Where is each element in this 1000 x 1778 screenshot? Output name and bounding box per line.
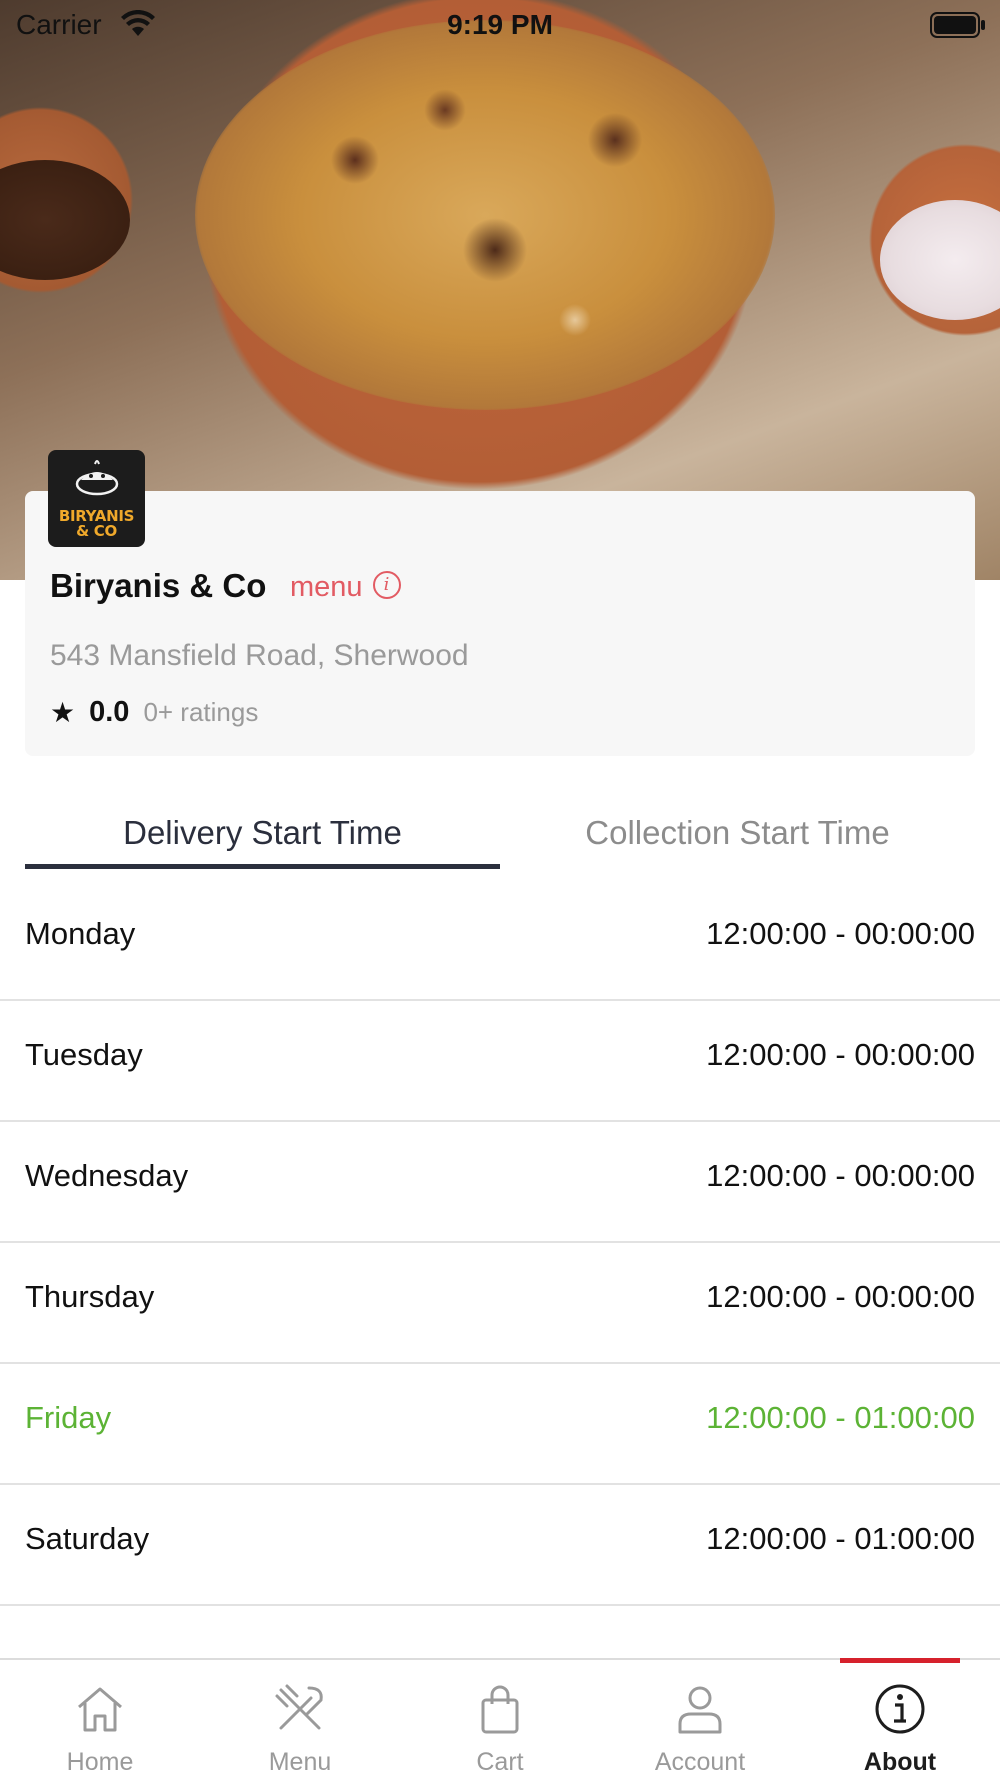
menu-link[interactable]: menu i	[290, 570, 401, 604]
home-icon	[78, 1687, 122, 1732]
hours-row-tuesday: Tuesday 12:00:00 - 00:00:00	[0, 1001, 1000, 1122]
nav-home-label: Home	[66, 1748, 134, 1776]
day-label: Monday	[25, 915, 136, 951]
time-range: 12:00:00 - 01:00:00	[706, 1520, 975, 1556]
logo-emblem-icon	[75, 460, 118, 496]
nav-account-label: Account	[654, 1748, 746, 1776]
restaurant-name: Biryanis & Co	[50, 567, 267, 604]
biryani-image	[195, 20, 775, 410]
tab-collection-start-time[interactable]: Collection Start Time	[500, 800, 975, 870]
tab-delivery-start-time[interactable]: Delivery Start Time	[25, 800, 500, 870]
star-icon: ★	[50, 697, 76, 728]
day-label: Wednesday	[25, 1157, 189, 1193]
status-bar: Carrier 9:19 PM	[0, 0, 1000, 50]
clock-label: 9:19 PM	[447, 9, 553, 40]
hours-row-saturday: Saturday 12:00:00 - 01:00:00	[0, 1485, 1000, 1606]
nav-menu-label: Menu	[268, 1748, 332, 1776]
info-icon	[875, 1684, 925, 1734]
restaurant-address: 543 Mansfield Road, Sherwood	[50, 639, 469, 672]
rating-row: ★ 0.0 0+ ratings	[50, 696, 258, 729]
nav-about[interactable]: About	[800, 1660, 1000, 1778]
nav-cart[interactable]: Cart	[400, 1660, 600, 1778]
nav-about-label: About	[863, 1748, 937, 1776]
time-range: 12:00:00 - 00:00:00	[706, 1278, 975, 1314]
fork-knife-icon	[275, 1684, 323, 1730]
restaurant-logo: BIRYANIS & CO	[48, 450, 145, 547]
user-icon	[678, 1686, 722, 1734]
shopping-bag-icon	[481, 1685, 519, 1734]
opening-hours-list: Monday 12:00:00 - 00:00:00 Tuesday 12:00…	[0, 880, 1000, 1606]
hours-tabs: Delivery Start Time Collection Start Tim…	[25, 800, 975, 870]
day-label: Thursday	[25, 1278, 155, 1314]
battery-icon	[930, 12, 985, 38]
hours-row-friday: Friday 12:00:00 - 01:00:00	[0, 1364, 1000, 1485]
menu-link-label: menu	[290, 571, 363, 603]
time-range: 12:00:00 - 01:00:00	[706, 1399, 975, 1435]
nav-cart-label: Cart	[476, 1748, 524, 1776]
nav-account[interactable]: Account	[600, 1660, 800, 1778]
time-range: 12:00:00 - 00:00:00	[706, 1036, 975, 1072]
nav-active-indicator	[840, 1658, 960, 1663]
bottom-navigation: Home Menu Cart Account About	[0, 1658, 1000, 1778]
logo-text-line2: & CO	[76, 522, 117, 540]
hours-row-thursday: Thursday 12:00:00 - 00:00:00	[0, 1243, 1000, 1364]
hours-row-wednesday: Wednesday 12:00:00 - 00:00:00	[0, 1122, 1000, 1243]
day-label: Tuesday	[25, 1036, 143, 1072]
time-range: 12:00:00 - 00:00:00	[706, 915, 975, 951]
raita-bowl-image	[880, 200, 1000, 320]
rating-count: 0+ ratings	[143, 697, 259, 727]
rating-value: 0.0	[89, 696, 130, 728]
sauce-bowl-image	[0, 160, 130, 280]
day-label: Friday	[25, 1399, 112, 1435]
info-icon[interactable]: i	[372, 570, 401, 599]
active-tab-indicator	[25, 864, 500, 869]
time-range: 12:00:00 - 00:00:00	[706, 1157, 975, 1193]
day-label: Saturday	[25, 1520, 150, 1556]
nav-home[interactable]: Home	[0, 1660, 200, 1778]
hours-row-monday: Monday 12:00:00 - 00:00:00	[0, 880, 1000, 1001]
nav-menu[interactable]: Menu	[200, 1660, 400, 1778]
